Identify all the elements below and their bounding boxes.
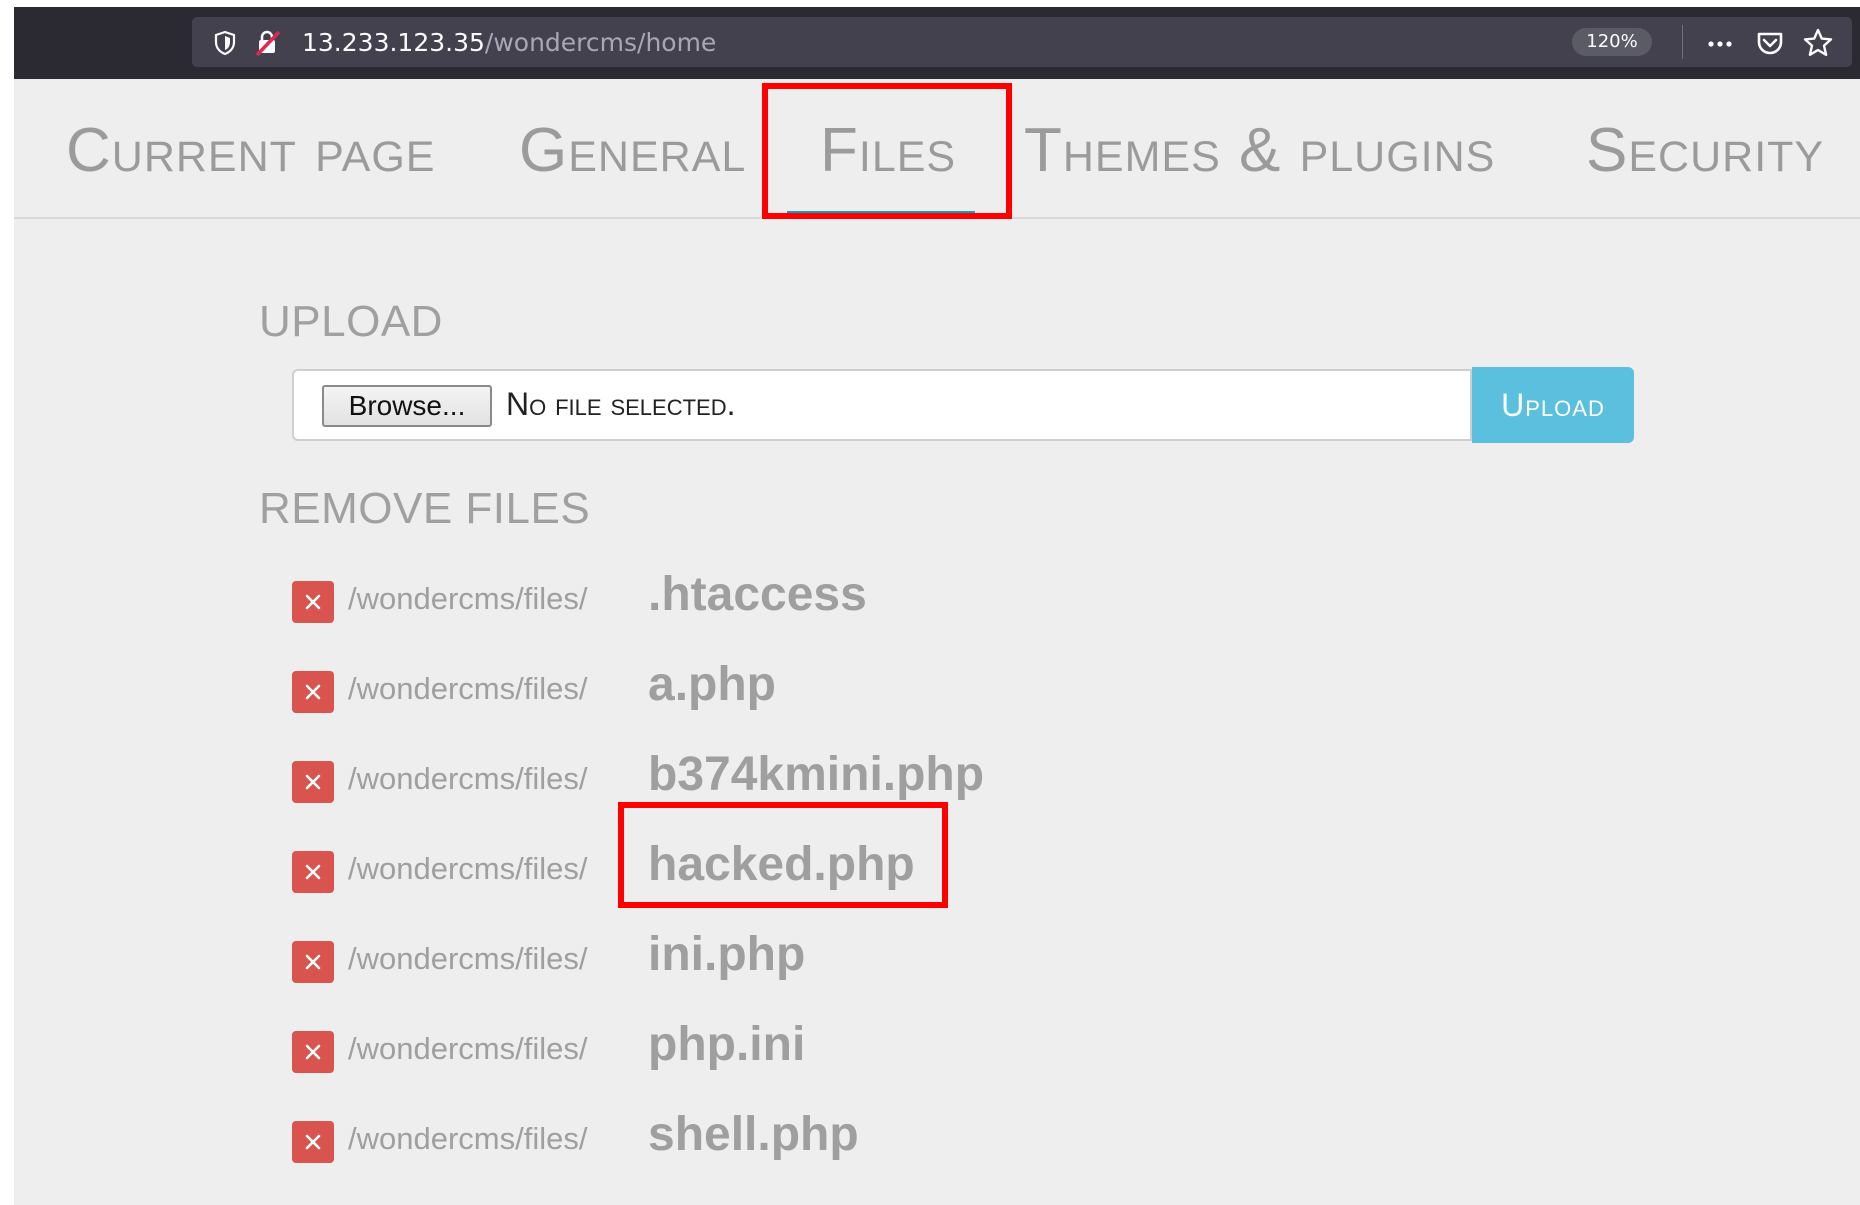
file-path-prefix: /wondercms/files/ [348, 1121, 588, 1156]
delete-file-button[interactable] [292, 941, 334, 983]
file-path-prefix: /wondercms/files/ [348, 581, 588, 616]
zoom-level-badge[interactable]: 120% [1572, 28, 1652, 56]
close-icon [305, 954, 321, 970]
file-path-prefix: /wondercms/files/ [348, 671, 588, 706]
bookmark-star-icon[interactable] [1802, 27, 1834, 59]
pocket-icon[interactable] [1754, 27, 1786, 59]
file-path-prefix: /wondercms/files/ [348, 941, 588, 976]
delete-file-button[interactable] [292, 1031, 334, 1073]
close-icon [305, 1134, 321, 1150]
file-path-prefix: /wondercms/files/ [348, 761, 588, 796]
tab-themes-plugins[interactable]: Themes & plugins [1024, 111, 1495, 191]
file-status-text: No file selected. [506, 386, 736, 422]
file-name: shell.php [648, 1108, 859, 1161]
app-window: 13.233.123.35/wondercms/home 120% Curren… [14, 7, 1860, 1205]
url-host: 13.233.123.35 [302, 28, 485, 57]
delete-file-button[interactable] [292, 671, 334, 713]
admin-nav: Current page General Files Themes & plug… [14, 79, 1860, 219]
file-name: b374kmini.php [648, 748, 985, 801]
file-input[interactable]: Browse... No file selected. [292, 369, 1472, 441]
file-path-prefix: /wondercms/files/ [348, 851, 588, 886]
more-options-icon[interactable] [1704, 27, 1736, 59]
upload-heading: UPLOAD [259, 297, 443, 346]
insecure-connection-icon[interactable] [254, 29, 282, 57]
delete-file-button[interactable] [292, 581, 334, 623]
address-bar[interactable]: 13.233.123.35/wondercms/home 120% [192, 17, 1852, 67]
file-name: a.php [648, 658, 776, 711]
url-path: /wondercms/home [484, 28, 717, 57]
browse-button[interactable]: Browse... [322, 385, 492, 427]
active-tab-indicator [787, 211, 975, 215]
file-name: ini.php [648, 928, 806, 981]
delete-file-button[interactable] [292, 851, 334, 893]
close-icon [305, 684, 321, 700]
file-name: php.ini [648, 1018, 806, 1071]
upload-button[interactable]: Upload [1472, 367, 1634, 443]
close-icon [305, 864, 321, 880]
toolbar-divider [1682, 25, 1683, 59]
tab-security[interactable]: Security [1586, 111, 1824, 191]
browser-toolbar: 13.233.123.35/wondercms/home 120% [14, 7, 1860, 79]
file-name: .htaccess [648, 568, 867, 621]
close-icon [305, 774, 321, 790]
close-icon [305, 594, 321, 610]
delete-file-button[interactable] [292, 1121, 334, 1163]
shield-icon[interactable] [214, 30, 236, 56]
url-text[interactable]: 13.233.123.35/wondercms/home [302, 28, 716, 58]
tab-current-page[interactable]: Current page [66, 111, 435, 191]
close-icon [305, 1044, 321, 1060]
tab-general[interactable]: General [519, 111, 746, 191]
tab-files[interactable]: Files [820, 111, 956, 191]
file-path-prefix: /wondercms/files/ [348, 1031, 588, 1066]
file-name: hacked.php [648, 838, 915, 891]
remove-files-heading: REMOVE FILES [259, 484, 591, 533]
delete-file-button[interactable] [292, 761, 334, 803]
